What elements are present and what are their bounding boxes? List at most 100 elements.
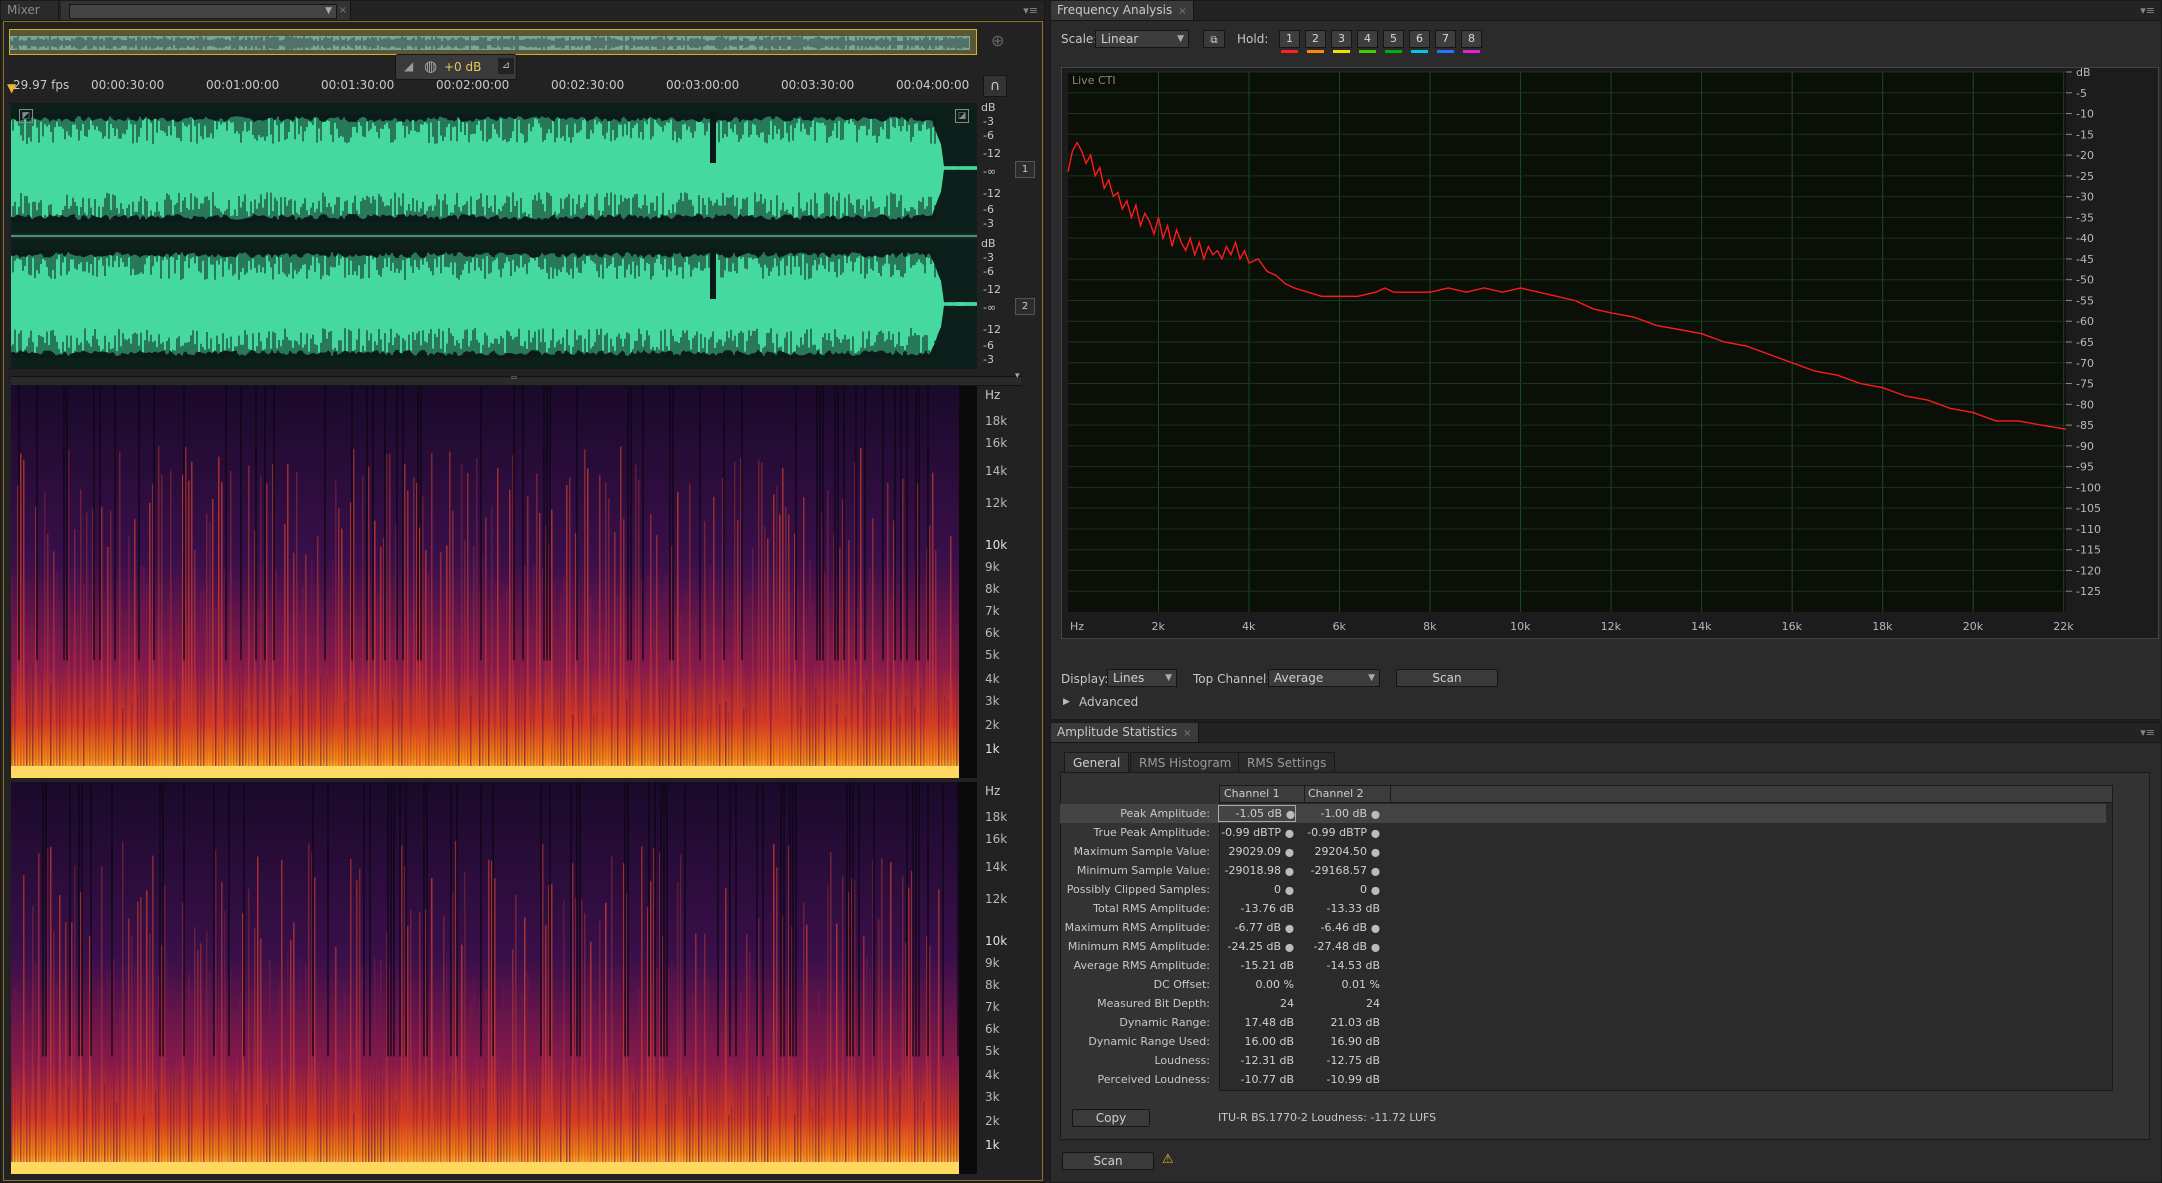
go-to-location-icon[interactable]: ⬤ (1371, 867, 1380, 876)
stats-cell-channel-1[interactable]: -29018.98 ⬤ (1218, 864, 1294, 877)
stats-cell-channel-1[interactable]: 24 (1218, 997, 1294, 1010)
go-to-location-icon[interactable]: ⬤ (1285, 867, 1294, 876)
copy-button[interactable]: Copy (1072, 1109, 1150, 1127)
stats-cell-channel-2[interactable]: -1.00 dB ⬤ (1304, 807, 1380, 820)
zoom-navigator-icon[interactable]: ⊕ (991, 31, 1004, 50)
stats-cell-channel-1[interactable]: 0 ⬤ (1218, 883, 1294, 896)
waveform-channel-2[interactable] (11, 239, 977, 369)
stats-cell-channel-2[interactable]: -13.33 dB (1304, 902, 1381, 915)
go-to-location-icon[interactable]: ⬤ (1286, 810, 1295, 819)
column-header-channel-1[interactable]: Channel 1 (1224, 787, 1280, 800)
stats-cell-channel-2[interactable]: 21.03 dB (1304, 1016, 1380, 1029)
close-icon[interactable]: × (339, 1, 347, 20)
advanced-disclosure-icon[interactable]: ▶ (1063, 697, 1070, 707)
warning-icon[interactable]: ⚠ (1162, 1152, 1174, 1167)
stats-cell-channel-2[interactable]: 24 (1304, 997, 1380, 1010)
tab-frequency-analysis[interactable]: Frequency Analysis × (1051, 1, 1194, 20)
scale-select[interactable]: Linear ▼ (1095, 30, 1189, 48)
waveform-channel-1[interactable]: ◩ ◪ (11, 103, 977, 233)
stats-cell-channel-1[interactable]: -0.99 dBTP ⬤ (1218, 826, 1294, 839)
tab-editor[interactable]: ▼ × (61, 1, 351, 20)
spectral-channel-1[interactable] (11, 386, 977, 778)
tab-rms-settings[interactable]: RMS Settings (1238, 752, 1336, 772)
tab-amplitude-statistics[interactable]: Amplitude Statistics × (1051, 723, 1199, 742)
tab-mixer[interactable]: Mixer (1, 1, 59, 20)
stats-cell-channel-1[interactable]: 17.48 dB (1218, 1016, 1294, 1029)
top-channel-select[interactable]: Average ▼ (1268, 669, 1380, 687)
stats-cell-channel-1[interactable]: -24.25 dB ⬤ (1218, 940, 1294, 953)
stats-cell-channel-1[interactable]: 29029.09 ⬤ (1218, 845, 1294, 858)
waveform-graphic-1 (11, 111, 977, 222)
go-to-location-icon[interactable]: ⬤ (1371, 886, 1380, 895)
stats-cell-channel-2[interactable]: 29204.50 ⬤ (1304, 845, 1380, 858)
hold-button-6[interactable]: 6 (1409, 30, 1430, 53)
stats-cell-channel-1[interactable]: 16.00 dB (1218, 1035, 1294, 1048)
tab-general[interactable]: General (1064, 752, 1130, 772)
go-to-location-icon[interactable]: ⬤ (1371, 829, 1380, 838)
panel-menu-icon[interactable]: ▾≡ (2140, 726, 2155, 739)
channel-badge-2[interactable]: 2 (1015, 298, 1035, 315)
stats-row: Minimum Sample Value: -29018.98 ⬤ -29168.57… (1060, 861, 2106, 880)
copy-to-clipboard-button[interactable]: ⧉ (1203, 30, 1225, 48)
stats-cell-channel-1[interactable]: 0.00 % (1218, 978, 1294, 991)
hold-button-1[interactable]: 1 (1279, 30, 1300, 53)
volume-db-readout[interactable]: +0 dB (444, 60, 481, 74)
close-icon[interactable]: × (1183, 728, 1191, 739)
pin-icon[interactable]: ⊿ (498, 58, 514, 74)
stats-cell-channel-2[interactable]: -6.46 dB ⬤ (1304, 921, 1380, 934)
go-to-location-icon[interactable]: ⬤ (1371, 848, 1380, 857)
advanced-label[interactable]: Advanced (1079, 695, 1138, 709)
go-to-location-icon[interactable]: ⬤ (1285, 924, 1294, 933)
top-channel-label: Top Channel: (1193, 672, 1271, 686)
stats-cell-channel-1[interactable]: -15.21 dB (1218, 959, 1295, 972)
stats-scan-button[interactable]: Scan (1062, 1152, 1154, 1170)
stats-cell-channel-2[interactable]: -29168.57 ⬤ (1304, 864, 1380, 877)
column-header-channel-2[interactable]: Channel 2 (1308, 787, 1364, 800)
stats-cell-channel-1[interactable]: -1.05 dB ⬤ (1218, 805, 1296, 822)
go-to-location-icon[interactable]: ⬤ (1371, 924, 1380, 933)
hold-button-2[interactable]: 2 (1305, 30, 1326, 53)
go-to-location-icon[interactable]: ⬤ (1371, 943, 1380, 952)
y-tick-label: -40 (2076, 232, 2094, 245)
go-to-location-icon[interactable]: ⬤ (1285, 848, 1294, 857)
tab-rms-histogram[interactable]: RMS Histogram (1130, 752, 1241, 772)
overview-waveform[interactable] (9, 29, 977, 55)
frequency-graph[interactable]: Hz 2k 4k 6k 8k 10k 12k 14k 16k 18k 20k 22k dB -5 -10 -… (1061, 67, 2159, 639)
stats-cell-channel-2[interactable]: 0 ⬤ (1304, 883, 1380, 896)
stats-cell-channel-1[interactable]: -10.77 dB (1218, 1073, 1295, 1086)
hold-button-4[interactable]: 4 (1357, 30, 1378, 53)
scan-button[interactable]: Scan (1396, 669, 1498, 687)
stats-cell-channel-2[interactable]: -0.99 dBTP ⬤ (1304, 826, 1380, 839)
stats-cell-channel-1[interactable]: -6.77 dB ⬤ (1218, 921, 1294, 934)
timeline-ruler[interactable]: 29.97 fps 00:00:30:00 00:01:00:00 00:01:30… (7, 73, 977, 101)
display-select[interactable]: Lines ▼ (1107, 669, 1177, 687)
stats-cell-channel-2[interactable]: -14.53 dB (1304, 959, 1381, 972)
spectral-channel-2[interactable] (11, 782, 977, 1174)
stats-cell-channel-2[interactable]: -27.48 dB ⬤ (1304, 940, 1380, 953)
waveform-corner-icon[interactable]: ◪ (955, 109, 969, 123)
panel-menu-icon[interactable]: ▾≡ (2140, 4, 2155, 17)
view-splitter[interactable]: ═ ▾ (11, 371, 1021, 386)
hud-toggle-icon[interactable]: ◩ (19, 109, 33, 123)
go-to-location-icon[interactable]: ⬤ (1285, 886, 1294, 895)
go-to-location-icon[interactable]: ⬤ (1285, 829, 1294, 838)
hold-button-5[interactable]: 5 (1383, 30, 1404, 53)
stats-cell-channel-1[interactable]: -12.31 dB (1218, 1054, 1295, 1067)
close-icon[interactable]: × (1178, 6, 1186, 17)
go-to-location-icon[interactable]: ⬤ (1285, 943, 1294, 952)
panel-menu-icon[interactable]: ▾≡ (1023, 4, 1038, 17)
stats-cell-channel-2[interactable]: -12.75 dB (1304, 1054, 1381, 1067)
stats-cell-channel-2[interactable]: -10.99 dB (1304, 1073, 1381, 1086)
headphone-button[interactable]: ∩ (983, 75, 1007, 97)
hold-button-8[interactable]: 8 (1461, 30, 1482, 53)
stats-cell-channel-1[interactable]: -13.76 dB (1218, 902, 1295, 915)
file-dropdown[interactable]: ▼ (69, 4, 337, 19)
go-to-location-icon[interactable]: ⬤ (1371, 810, 1380, 819)
playhead-marker-icon[interactable]: ▼ (7, 81, 16, 95)
channel-badge-1[interactable]: 1 (1015, 161, 1035, 178)
stats-cell-channel-2[interactable]: 16.90 dB (1304, 1035, 1380, 1048)
stats-cell-channel-2[interactable]: 0.01 % (1304, 978, 1380, 991)
hold-button-3[interactable]: 3 (1331, 30, 1352, 53)
hold-button-7[interactable]: 7 (1435, 30, 1456, 53)
stats-value: -13.33 dB (1326, 902, 1381, 915)
